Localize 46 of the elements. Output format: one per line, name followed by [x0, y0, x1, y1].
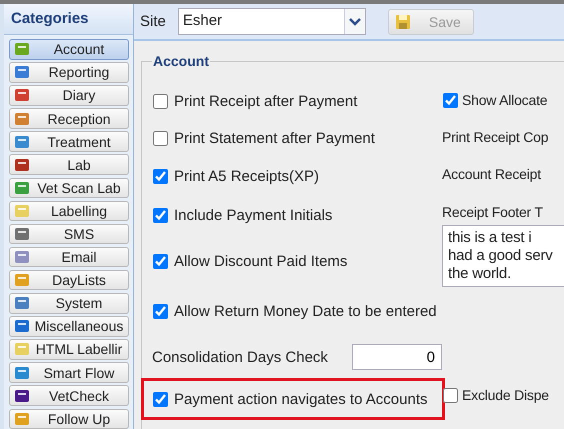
checkbox-label: Print Receipt after Payment — [174, 93, 358, 110]
field-label: Receipt Footer T — [442, 204, 543, 220]
field-label: Print Receipt Cop — [442, 129, 548, 145]
site-dropdown[interactable]: Esher — [178, 8, 366, 35]
checkbox-label: Include Payment Initials — [174, 207, 332, 224]
field-label: Account Receipt — [442, 166, 541, 182]
checkbox-label: Allow Discount Paid Items — [174, 252, 348, 270]
checkbox-label: Print Statement after Payment — [174, 130, 375, 147]
checkbox-label: Show Allocate — [462, 92, 548, 108]
category-button[interactable]: Email — [9, 246, 129, 268]
category-button[interactable]: Reporting — [9, 62, 129, 83]
site-label: Site — [140, 13, 166, 30]
checkbox-label: Allow Return Money Date to be entered — [174, 302, 437, 320]
category-button[interactable]: Lab — [9, 154, 129, 175]
number-field[interactable]: 0 — [352, 344, 442, 370]
group-title: Account — [152, 53, 210, 69]
category-button[interactable]: Reception — [9, 108, 129, 129]
category-button[interactable]: Account — [9, 39, 129, 60]
chevron-down-icon — [348, 18, 361, 26]
footer-text-area[interactable]: this is a test i had a good serv the world. — [442, 225, 564, 287]
checkbox[interactable] — [153, 94, 168, 109]
category-button[interactable]: DayLists — [9, 270, 129, 290]
category-button[interactable]: Labelling — [9, 200, 129, 222]
category-button[interactable]: Follow Up — [9, 408, 129, 429]
checkbox[interactable] — [153, 254, 168, 268]
category-button[interactable]: HTML Labellir — [9, 339, 129, 360]
checkbox[interactable] — [443, 388, 458, 402]
category-button[interactable]: Vet Scan Lab — [9, 178, 129, 198]
checkbox[interactable] — [153, 304, 168, 318]
category-button[interactable]: System — [9, 293, 129, 314]
category-button[interactable]: SMS — [9, 224, 129, 244]
category-button[interactable]: Treatment — [9, 131, 129, 152]
checkbox-label: Exclude Dispe — [462, 387, 549, 403]
field-label: Consolidation Days Check — [152, 348, 329, 366]
checkbox-label: Payment action navigates to Accounts — [174, 390, 428, 408]
category-button[interactable]: VetCheck — [9, 385, 129, 406]
checkbox[interactable] — [153, 208, 168, 223]
category-button[interactable]: Miscellaneous — [9, 316, 129, 337]
category-button[interactable]: Diary — [9, 85, 129, 106]
checkbox-label: Print A5 Receipts(XP) — [174, 168, 320, 184]
category-button[interactable]: Smart Flow — [9, 362, 129, 383]
checkbox[interactable] — [153, 392, 168, 406]
checkbox[interactable] — [153, 168, 168, 184]
sidebar-title: Categories — [4, 4, 133, 35]
checkbox[interactable] — [153, 131, 168, 146]
checkbox[interactable] — [443, 92, 458, 108]
